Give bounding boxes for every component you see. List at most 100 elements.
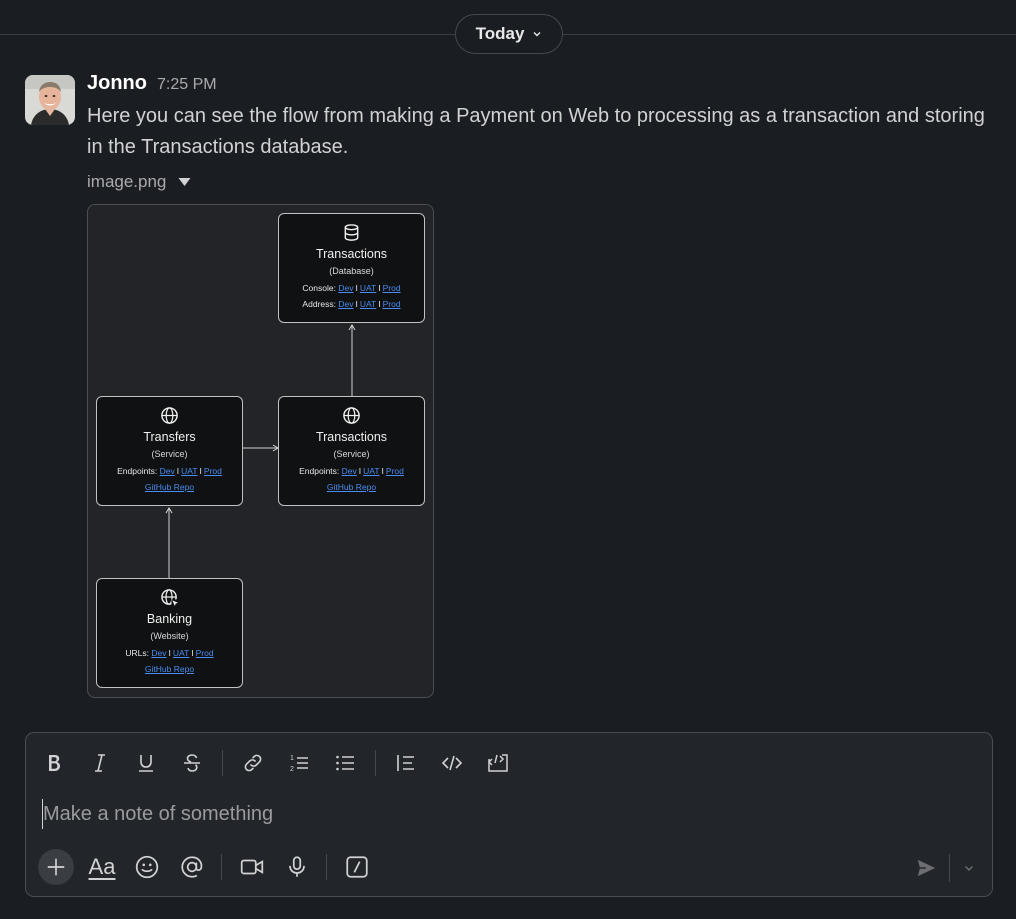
actions-divider <box>221 854 222 880</box>
prod-link[interactable]: Prod <box>383 299 401 309</box>
github-repo-link[interactable]: GitHub Repo <box>327 482 376 492</box>
note-input[interactable] <box>42 799 943 829</box>
row-label: Console: <box>302 283 336 293</box>
avatar-image <box>25 75 75 125</box>
attachment-header[interactable]: image.png <box>87 172 191 192</box>
send-icon <box>917 859 936 877</box>
actions-divider <box>326 854 327 880</box>
node-endpoints-row: Endpoints: Dev I UAT I Prod <box>117 466 222 476</box>
node-title: Transactions <box>315 247 388 261</box>
globe-icon <box>343 407 360 424</box>
node-title: Transactions <box>315 430 388 444</box>
node-title: Banking <box>146 612 193 626</box>
strikethrough-icon <box>184 754 200 772</box>
node-repo-row: GitHub Repo <box>145 664 194 674</box>
send-options-button[interactable] <box>960 854 978 882</box>
send-controls <box>911 854 978 882</box>
message-composer: 12 Aa <box>25 732 993 897</box>
separator: I <box>355 299 358 309</box>
message-text: Here you can see the flow from making a … <box>87 105 985 158</box>
svg-text:1: 1 <box>290 755 294 762</box>
dev-link[interactable]: Dev <box>160 466 175 476</box>
prod-link[interactable]: Prod <box>196 648 214 658</box>
node-banking-website: Banking (Website) URLs: Dev I UAT I Prod Git… <box>96 578 243 688</box>
uat-link[interactable]: UAT <box>173 648 189 658</box>
github-repo-link[interactable]: GitHub Repo <box>145 664 194 674</box>
node-subtitle: (Service) <box>151 449 188 459</box>
bulleted-list-icon <box>336 755 354 771</box>
separator: I <box>168 648 171 658</box>
formatting-toggle-button[interactable]: Aa <box>86 851 118 883</box>
separator: I <box>381 466 384 476</box>
separator: I <box>378 283 381 293</box>
uat-link[interactable]: UAT <box>360 299 376 309</box>
node-transactions-service: Transactions (Service) Endpoints: Dev I UA… <box>278 396 425 506</box>
mention-button[interactable] <box>176 851 208 883</box>
node-repo-row: GitHub Repo <box>145 482 194 492</box>
code-icon <box>441 755 463 771</box>
code-block-icon <box>487 754 508 772</box>
svg-text:2: 2 <box>290 766 294 773</box>
uat-link[interactable]: UAT <box>181 466 197 476</box>
send-button[interactable] <box>911 854 941 882</box>
blockquote-button[interactable] <box>390 747 422 779</box>
chevron-down-icon <box>964 865 974 872</box>
dev-link[interactable]: Dev <box>338 283 353 293</box>
video-icon <box>240 859 264 875</box>
separator: I <box>355 283 358 293</box>
github-repo-link[interactable]: GitHub Repo <box>145 482 194 492</box>
shortcuts-button[interactable] <box>341 851 373 883</box>
date-divider-label: Today <box>475 24 525 43</box>
dev-link[interactable]: Dev <box>342 466 357 476</box>
dev-link[interactable]: Dev <box>338 299 353 309</box>
italic-button[interactable] <box>84 747 116 779</box>
ordered-list-button[interactable]: 12 <box>283 747 315 779</box>
video-clip-button[interactable] <box>236 851 268 883</box>
microphone-icon <box>289 856 305 877</box>
uat-link[interactable]: UAT <box>363 466 379 476</box>
chevron-down-icon <box>533 32 541 37</box>
link-button[interactable] <box>237 747 269 779</box>
attachment-image[interactable]: Transactions (Database) Console: Dev I UAT… <box>87 204 434 698</box>
row-label: Endpoints: <box>117 466 158 476</box>
bold-button[interactable] <box>38 747 70 779</box>
link-icon <box>244 754 262 772</box>
separator: I <box>191 648 194 658</box>
node-transfers-service: Transfers (Service) Endpoints: Dev I UAT I P… <box>96 396 243 506</box>
blockquote-icon <box>397 755 414 771</box>
toolbar-divider <box>375 750 376 776</box>
node-subtitle: (Service) <box>333 449 370 459</box>
globe-cursor-icon <box>161 589 179 607</box>
prod-link[interactable]: Prod <box>386 466 404 476</box>
formatting-toolbar: 12 <box>38 747 528 779</box>
code-block-button[interactable] <box>482 747 514 779</box>
caret-down-icon[interactable] <box>178 177 191 187</box>
attach-button[interactable] <box>38 849 74 885</box>
attachment-file-name: image.png <box>87 172 167 191</box>
emoji-button[interactable] <box>131 851 163 883</box>
prod-link[interactable]: Prod <box>383 283 401 293</box>
row-label: Address: <box>302 299 336 309</box>
underline-button[interactable] <box>130 747 162 779</box>
strikethrough-button[interactable] <box>176 747 208 779</box>
node-subtitle: (Database) <box>329 266 374 276</box>
formatting-icon: Aa <box>88 854 116 879</box>
code-button[interactable] <box>436 747 468 779</box>
node-address-row: Address: Dev I UAT I Prod <box>302 299 400 309</box>
node-endpoints-row: Endpoints: Dev I UAT I Prod <box>299 466 404 476</box>
bulleted-list-button[interactable] <box>329 747 361 779</box>
audio-clip-button[interactable] <box>281 851 313 883</box>
emoji-icon <box>135 855 159 879</box>
avatar[interactable] <box>25 75 75 125</box>
message-timestamp[interactable]: 7:25 PM <box>157 76 217 94</box>
date-divider-button[interactable]: Today <box>455 14 563 54</box>
dev-link[interactable]: Dev <box>151 648 166 658</box>
separator: I <box>176 466 180 476</box>
shortcuts-icon <box>346 856 368 878</box>
uat-link[interactable]: UAT <box>360 283 376 293</box>
node-repo-row: GitHub Repo <box>327 482 376 492</box>
plus-icon <box>47 858 65 876</box>
message-author[interactable]: Jonno <box>87 72 147 95</box>
prod-link[interactable]: Prod <box>204 466 222 476</box>
underline-icon <box>139 755 153 772</box>
